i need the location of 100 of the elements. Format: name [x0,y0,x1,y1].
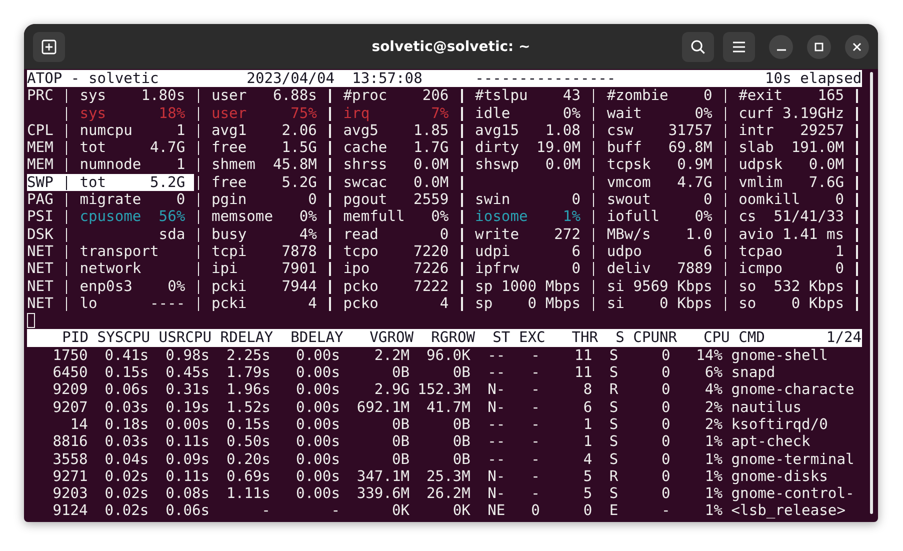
table-cell-text: 0.41s [104,346,149,364]
minimize-button[interactable] [769,34,793,58]
stat-value: 1.0 [686,226,712,243]
table-cell-text: 0.00s [295,485,340,502]
table-cell-text: 0 [660,398,670,416]
table-cell-text: 0.00s [164,416,210,434]
elapsed-text: 10s elapsed [765,70,862,88]
table-cell-text: 0 [582,502,592,520]
stat-name: transport [80,242,159,260]
table-cell-text: 1 [582,416,592,434]
stat-name: cache [343,139,388,156]
row-label: DSK [27,226,54,243]
stat-value: 0 Kbps [660,294,712,312]
page-indicator: 1/24 [826,329,862,347]
stat-name: ipi [211,260,238,278]
table-cell-text: 2% [704,398,722,416]
column-header: THR [570,329,598,347]
stat-name: sys [80,104,106,122]
stat-value: 0% [168,278,186,295]
table-cell-text: 14 [69,416,88,434]
stat-name: intr [738,122,774,140]
table-cell-text: 9124 [52,502,88,520]
table-cell-text: 2.9G [373,381,410,399]
table-cell-text: 0.18s [104,416,149,434]
table-cell-text: 0.00s [295,450,340,468]
stat-name: free [211,139,247,156]
stat-name: curf [738,104,774,122]
table-cell-text: 6450 [52,364,88,382]
table-cell-text: 0.00s [295,346,340,364]
table-cell-text: 692.1M [356,398,410,416]
text-cursor [27,313,35,328]
table-cell-text: 9207 [52,398,88,416]
table-cell-text: 0.15s [104,364,149,382]
search-button[interactable] [682,32,714,62]
stat-name: swin [475,191,510,208]
table-cell-text: 4% [704,381,722,399]
table-cell-text: 0.45s [164,364,210,382]
table-cell-text: 0.11s [164,468,210,486]
table-cell-text: 14% [695,346,722,364]
column-header: PID [61,329,88,347]
table-cell-text: N- [486,485,506,502]
table-cell-text: 0B [452,364,470,382]
table-cell-text: 0 [660,416,670,434]
table-cell-text: 0.19s [164,398,210,416]
stat-name: pcki [211,278,247,295]
stat-value: 0 [176,191,186,208]
table-cell-text: 0 [660,485,670,502]
maximize-button[interactable] [807,34,831,58]
row-label: CPL [27,122,54,140]
stat-name: pcko [343,294,378,312]
stat-value: 0.0M [414,156,449,174]
maximize-icon [814,42,824,52]
table-cell-text: 1750 [52,346,88,364]
stat-value: 0 [308,191,317,208]
column-header: CPU [702,329,730,347]
table-cell-text: - [660,502,670,520]
table-cell-text: 1% [704,468,722,486]
close-button[interactable] [845,34,869,58]
menu-button[interactable] [723,32,755,62]
stat-name: avg15 [475,122,519,140]
stat-name: memsome [211,208,273,226]
new-tab-button[interactable] [33,32,65,62]
stat-name: avg5 [343,122,378,140]
stat-value: 1000 Mbps [501,278,580,295]
table-cell-text: - [530,364,540,382]
stat-name: pcko [343,278,378,295]
new-tab-icon [41,38,57,54]
table-cell-text: 8 [582,381,592,399]
table-cell-text: - [530,398,540,416]
stat-value: 45.8M [272,156,317,174]
stat-value: 7944 [282,278,317,295]
table-cell-text: - [530,468,540,486]
row-label: PAG [27,191,54,208]
table-cell-text: 0B [390,433,410,451]
command-cell-text: apt-check [730,433,812,451]
stat-name: user [211,104,247,122]
command-cell-text: snapd [730,364,776,382]
stat-name: tcpo [343,242,378,260]
table-cell-text: 0.02s [104,468,149,486]
stat-name: #tslpu [475,87,528,105]
table-cell-text: 11 [574,346,592,364]
table-cell-text: 0.11s [164,433,210,451]
stat-name: tcpao [738,242,783,260]
table-cell-text: 9271 [52,468,88,486]
column-header: USRCPU [158,329,212,347]
table-cell-text: 1.79s [226,364,270,382]
table-cell-text: 1% [704,502,722,520]
scrollbar[interactable] [870,72,873,514]
stat-name: so [738,278,756,295]
table-cell-text: 347.1M [356,468,410,486]
command-cell-text: gnome-terminal [730,450,856,468]
column-header: BDELAY [290,329,344,347]
stat-name: irq [343,104,370,122]
table-cell-text: 25.3M [425,468,470,486]
stat-value: ---- [150,294,186,312]
table-cell-text: 2.2M [373,346,410,364]
table-cell-text: 0.69s [226,468,270,486]
stat-name: MBw/s [606,226,651,243]
table-cell-text: 1% [704,485,722,502]
stat-name: sp [475,294,493,312]
